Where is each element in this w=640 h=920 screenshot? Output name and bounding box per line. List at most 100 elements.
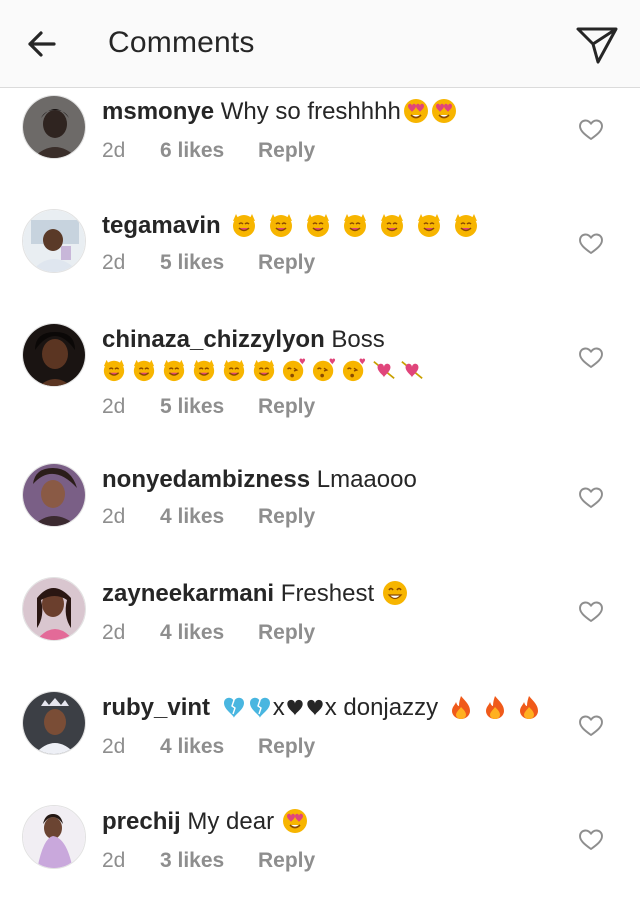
likes-count[interactable]: 4 likes [160,735,258,759]
blue-heart-icon [221,694,247,720]
comment-username[interactable]: prechij [102,808,181,835]
comment-text: My dear [187,808,275,835]
raising-hands-face-icon [192,358,216,382]
comment-age: 2d [102,735,126,758]
heart-arrow-icon [400,358,424,382]
fire-icon [516,694,542,720]
fire-icon [482,694,508,720]
raising-hands-face-icon [162,358,186,382]
reply-button[interactable]: Reply [258,735,315,758]
comment-text: Lmaaooo [316,466,417,493]
comment-username[interactable]: ruby_vint [102,694,210,721]
comment-row: zayneekarmani Freshest 2d 4 likes Reply [0,570,640,684]
comment-body: msmonye Why so freshhhh 2d 6 likes Reply [102,97,542,163]
kissing-heart-face-icon [342,358,366,382]
comment-row: chinaza_chizzylyon Boss 2d 5 likes Reply [0,316,640,456]
like-heart-icon[interactable] [578,346,604,370]
avatar[interactable] [22,209,86,273]
comment-body: nonyedambizness Lmaaooo 2d 4 likes Reply [102,465,542,529]
raising-hands-face-icon [102,358,126,382]
raising-hands-face-icon [231,212,257,238]
avatar[interactable] [22,95,86,159]
heart-eyes-face-icon [282,808,308,834]
comment-username[interactable]: tegamavin [102,212,221,239]
page-title: Comments [108,26,255,59]
black-heart-icon [285,697,305,717]
comment-age: 2d [102,849,126,872]
likes-count[interactable]: 5 likes [160,395,258,419]
comment-text-part: x donjazzy [324,694,439,721]
reply-button[interactable]: Reply [258,849,315,872]
comment-text: Boss [331,326,385,353]
comment-username[interactable]: zayneekarmani [102,580,274,607]
grinning-face-icon [382,580,408,606]
kissing-heart-face-icon [312,358,336,382]
raising-hands-face-icon [416,212,442,238]
avatar[interactable] [22,323,86,387]
likes-count[interactable]: 4 likes [160,505,258,529]
like-heart-icon[interactable] [578,118,604,142]
arrow-left-icon [28,31,56,57]
comment-age: 2d [102,251,126,274]
heart-eyes-face-icon [431,98,457,124]
top-bar: Comments [0,0,640,88]
back-button[interactable] [22,24,62,64]
comment-body: tegamavin 2d 5 likes Reply [102,211,542,275]
likes-count[interactable]: 5 likes [160,251,258,275]
comment-username[interactable]: nonyedambizness [102,466,310,493]
black-heart-icon [305,697,325,717]
comment-row: tegamavin 2d 5 likes Reply [0,202,640,316]
paper-plane-icon [576,27,618,64]
kissing-heart-face-icon [282,358,306,382]
raising-hands-face-icon [342,212,368,238]
comment-row: prechij My dear 2d 3 likes Reply [0,798,640,912]
raising-hands-face-icon [222,358,246,382]
blue-heart-icon [247,694,273,720]
comment-body: zayneekarmani Freshest 2d 4 likes Reply [102,579,542,645]
reply-button[interactable]: Reply [258,505,315,528]
comment-age: 2d [102,139,126,162]
comment-body: chinaza_chizzylyon Boss 2d 5 likes Reply [102,325,542,419]
comment-row: ruby_vint x x donjazzy 2d 4 likes Reply [0,684,640,798]
comment-age: 2d [102,395,126,418]
raising-hands-face-icon [268,212,294,238]
like-heart-icon[interactable] [578,714,604,738]
avatar[interactable] [22,577,86,641]
likes-count[interactable]: 4 likes [160,621,258,645]
avatar[interactable] [22,805,86,869]
comment-text-part: x [272,694,285,721]
raising-hands-face-icon [252,358,276,382]
comments-list: msmonye Why so freshhhh 2d 6 likes Reply t… [0,88,640,912]
likes-count[interactable]: 6 likes [160,139,258,163]
comment-row: msmonye Why so freshhhh 2d 6 likes Reply [0,88,640,202]
heart-arrow-icon [372,358,396,382]
comment-body: ruby_vint x x donjazzy 2d 4 likes Reply [102,693,542,759]
comment-row: nonyedambizness Lmaaooo 2d 4 likes Reply [0,456,640,570]
like-heart-icon[interactable] [578,232,604,256]
comment-age: 2d [102,621,126,644]
avatar[interactable] [22,691,86,755]
reply-button[interactable]: Reply [258,139,315,162]
comment-age: 2d [102,505,126,528]
reply-button[interactable]: Reply [258,395,315,418]
heart-eyes-face-icon [403,98,429,124]
raising-hands-face-icon [132,358,156,382]
like-heart-icon[interactable] [578,486,604,510]
comment-username[interactable]: msmonye [102,98,214,125]
raising-hands-face-icon [453,212,479,238]
share-button[interactable] [574,24,620,66]
like-heart-icon[interactable] [578,600,604,624]
avatar[interactable] [22,463,86,527]
reply-button[interactable]: Reply [258,251,315,274]
comment-text: Why so freshhhh [220,98,401,125]
comment-text: Freshest [280,580,375,607]
likes-count[interactable]: 3 likes [160,849,258,873]
raising-hands-face-icon [305,212,331,238]
raising-hands-face-icon [379,212,405,238]
reply-button[interactable]: Reply [258,621,315,644]
fire-icon [448,694,474,720]
comment-username[interactable]: chinaza_chizzylyon [102,326,325,353]
emoji-line [102,355,542,385]
comment-body: prechij My dear 2d 3 likes Reply [102,807,542,873]
like-heart-icon[interactable] [578,828,604,852]
